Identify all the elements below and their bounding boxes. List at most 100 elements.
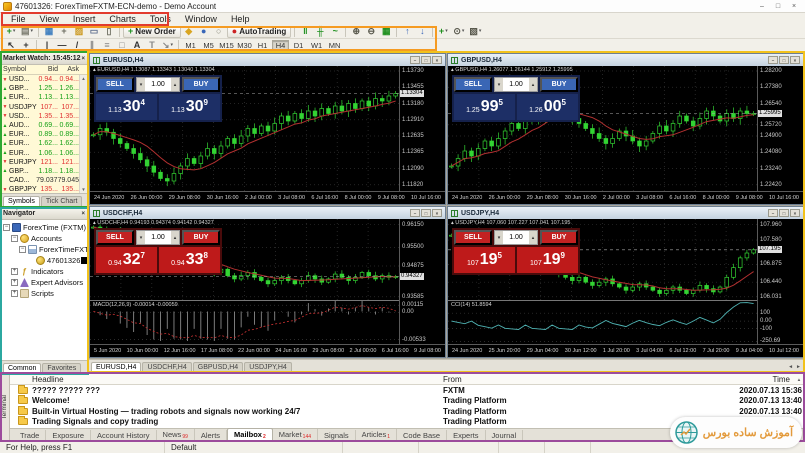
market-watch-row[interactable]: ▲EUR...1.06...1.06... xyxy=(1,149,87,158)
shapes-icon[interactable]: □ xyxy=(115,39,129,51)
volume-value[interactable]: 1.00 xyxy=(503,231,529,244)
navigator-tab-favorites[interactable]: Favorites xyxy=(42,363,81,373)
menu-file[interactable]: File xyxy=(4,14,33,24)
maximize-icon[interactable]: □ xyxy=(770,1,786,12)
navigator-item-forextimefxtm-ecn[interactable]: −ForexTimeFXTM-ECN xyxy=(1,244,87,255)
collapse-icon[interactable]: − xyxy=(11,235,18,242)
volume-stepper[interactable]: ▾1.00▴ xyxy=(136,230,180,245)
strategy-tester-icon[interactable]: ▯ xyxy=(102,26,116,38)
terminal-tab-alerts[interactable]: Alerts xyxy=(195,430,227,441)
navigator-item-indicators[interactable]: +ƒIndicators xyxy=(1,266,87,277)
volume-increase-icon[interactable]: ▴ xyxy=(171,231,179,244)
menu-tools[interactable]: Tools xyxy=(143,14,178,24)
arrange-up-icon[interactable]: ↑ xyxy=(400,26,414,38)
terminal-tab-articles[interactable]: Articles1 xyxy=(356,429,397,441)
text-icon[interactable]: A xyxy=(130,39,144,51)
chart-minimize-icon[interactable]: – xyxy=(768,56,778,64)
timeframe-h4[interactable]: H4 xyxy=(272,40,289,51)
market-watch-row[interactable]: ▼USDJPY107...107... xyxy=(1,103,87,112)
navigator-item-scripts[interactable]: +Scripts xyxy=(1,288,87,299)
expand-icon[interactable]: + xyxy=(11,290,18,297)
column-header-from[interactable]: From xyxy=(443,375,693,384)
timeframe-m5[interactable]: M5 xyxy=(200,40,217,51)
terminal-tab-news[interactable]: News99 xyxy=(157,429,195,441)
market-watch-row[interactable]: CAD...79.03779.045 xyxy=(1,176,87,185)
close-icon[interactable]: × xyxy=(81,211,85,217)
chart-title-bar[interactable]: GBPUSD,H4–□× xyxy=(448,54,803,66)
volume-decrease-icon[interactable]: ▾ xyxy=(495,78,503,91)
market-watch-row[interactable]: ▼EURJPY121...121... xyxy=(1,158,87,167)
scroll-down-icon[interactable]: ▼ xyxy=(81,187,85,192)
terminal-side-tab[interactable]: Terminal xyxy=(0,374,10,441)
trendline-icon[interactable]: / xyxy=(70,39,84,51)
volume-decrease-icon[interactable]: ▾ xyxy=(137,78,145,91)
scroll-right-icon[interactable]: ► xyxy=(796,364,801,370)
new-order-button[interactable]: +New Order xyxy=(123,26,181,38)
chart-tab-gbpusd-h4[interactable]: GBPUSD,H4 xyxy=(193,362,243,372)
volume-stepper[interactable]: ▾1.00▴ xyxy=(494,230,538,245)
market-watch-tab-symbols[interactable]: Symbols xyxy=(3,196,40,206)
volume-value[interactable]: 1.00 xyxy=(145,78,171,91)
volume-value[interactable]: 1.00 xyxy=(503,78,529,91)
chart-restore-icon[interactable]: □ xyxy=(421,209,431,217)
chart-close-icon[interactable]: × xyxy=(790,56,800,64)
timeframe-m30[interactable]: M30 xyxy=(236,40,253,51)
sell-button[interactable]: SELL xyxy=(454,230,492,245)
templates-button[interactable]: ▧▾ xyxy=(467,26,483,38)
script-icon[interactable]: ◆ xyxy=(182,26,196,38)
minimize-icon[interactable]: – xyxy=(754,1,770,12)
chart-plot-area[interactable]: ▴ EURUSD,H4 1.13087 1.13343 1.13040 1.13… xyxy=(90,66,399,191)
mail-row[interactable]: Built-in Virtual Hosting — trading robot… xyxy=(10,406,805,417)
terminal-tab-experts[interactable]: Experts xyxy=(447,430,485,441)
navigator-item-47601326[interactable]: 47601326 xyxy=(1,255,87,266)
navigator-item-expert-advisors[interactable]: +Expert Advisors xyxy=(1,277,87,288)
new-chart-button[interactable]: +▾ xyxy=(4,26,18,38)
buy-button[interactable]: BUY xyxy=(540,77,578,92)
metaeditor-icon[interactable]: ● xyxy=(197,26,211,38)
crosshair-icon[interactable]: + xyxy=(19,39,33,51)
chart-title-bar[interactable]: USDCHF,H4–□× xyxy=(90,207,445,219)
data-window-icon[interactable]: + xyxy=(57,26,71,38)
timeframe-m15[interactable]: M15 xyxy=(218,40,235,51)
navigator-tab-common[interactable]: Common xyxy=(3,363,41,373)
market-watch-row[interactable]: ▲GBP...1.18...1.18... xyxy=(1,167,87,176)
terminal-tab-market[interactable]: Market144 xyxy=(273,429,318,441)
autotrading-button[interactable]: ●AutoTrading xyxy=(227,26,292,38)
menu-insert[interactable]: Insert xyxy=(66,14,103,24)
chart-close-icon[interactable]: × xyxy=(432,209,442,217)
market-watch-row[interactable]: ▲GBP...1.25...1.26... xyxy=(1,84,87,93)
column-header-time[interactable]: Time xyxy=(693,375,793,384)
arrows-icon[interactable]: ↘▾ xyxy=(160,39,175,51)
column-header-bid[interactable]: Bid xyxy=(37,66,58,73)
vertical-line-icon[interactable]: | xyxy=(40,39,54,51)
chart-title-bar[interactable]: EURUSD,H4–□× xyxy=(90,54,445,66)
buy-button[interactable]: BUY xyxy=(182,230,220,245)
mail-row[interactable]: Welcome!Trading Platform2020.07.13 13:40 xyxy=(10,396,805,407)
volume-stepper[interactable]: ▾1.00▴ xyxy=(494,77,538,92)
chart-restore-icon[interactable]: □ xyxy=(421,56,431,64)
chart-tab-usdchf-h4[interactable]: USDCHF,H4 xyxy=(142,362,191,372)
market-watch-row[interactable]: ▼USD...0.94...0.94... xyxy=(1,75,87,84)
collapse-icon[interactable]: − xyxy=(3,224,10,231)
periods-button[interactable]: ⊙▾ xyxy=(451,26,466,38)
scroll-left-icon[interactable]: ◄ xyxy=(788,364,793,370)
close-icon[interactable]: × xyxy=(786,1,802,12)
chart-restore-icon[interactable]: □ xyxy=(779,209,789,217)
buy-button[interactable]: BUY xyxy=(540,230,578,245)
menu-charts[interactable]: Charts xyxy=(102,14,143,24)
sell-button[interactable]: SELL xyxy=(96,77,134,92)
horizontal-line-icon[interactable]: — xyxy=(55,39,69,51)
chart-tab-usdjpy-h4[interactable]: USDJPY,H4 xyxy=(244,362,292,372)
bar-chart-icon[interactable]: ‖ xyxy=(298,26,312,38)
volume-decrease-icon[interactable]: ▾ xyxy=(137,231,145,244)
volume-increase-icon[interactable]: ▴ xyxy=(529,231,537,244)
terminal-tab-signals[interactable]: Signals xyxy=(318,430,356,441)
chart-tab-eurusd-h4[interactable]: EURUSD,H4 xyxy=(91,362,141,372)
navigator-item-forextime-fxtm-mt4[interactable]: −ForexTime (FXTM) MT4 xyxy=(1,222,87,233)
market-watch-row[interactable]: ▲EUR...0.89...0.89... xyxy=(1,130,87,139)
chart-minimize-icon[interactable]: – xyxy=(410,209,420,217)
volume-stepper[interactable]: ▾1.00▴ xyxy=(136,77,180,92)
terminal-tab-journal[interactable]: Journal xyxy=(486,430,524,441)
terminal-tab-trade[interactable]: Trade xyxy=(14,430,46,441)
candlestick-chart-icon[interactable]: ╫ xyxy=(313,26,327,38)
